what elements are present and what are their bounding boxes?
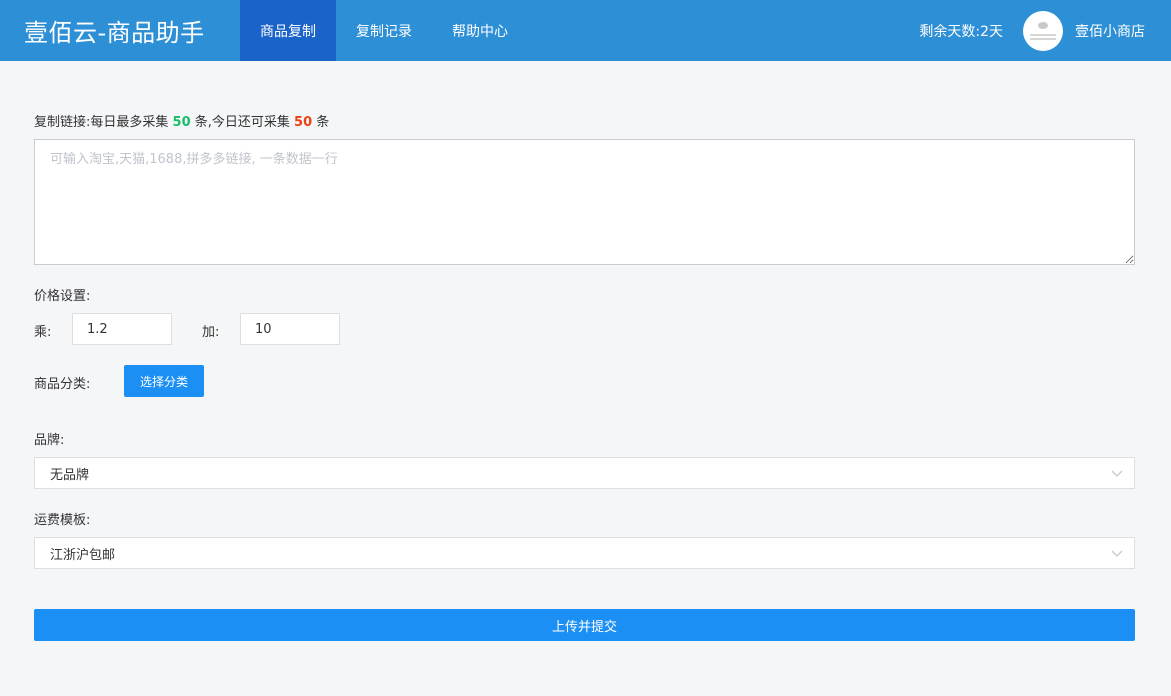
tab-product-copy[interactable]: 商品复制 <box>240 0 336 61</box>
tab-copy-records[interactable]: 复制记录 <box>336 0 432 61</box>
upload-submit-button[interactable]: 上传并提交 <box>34 609 1135 641</box>
avatar-text-line <box>1030 33 1056 36</box>
brand-selected-value: 无品牌 <box>50 467 90 483</box>
select-category-button[interactable]: 选择分类 <box>124 365 204 397</box>
avatar[interactable] <box>1023 10 1063 51</box>
brand-label: 品牌: <box>34 433 65 448</box>
links-textarea[interactable] <box>34 139 1135 265</box>
days-remaining: 剩余天数:2天 <box>919 23 1003 40</box>
category-label: 商品分类: <box>34 377 91 392</box>
copy-link-label-prefix: 复制链接:每日最多采集 <box>34 115 169 130</box>
copy-link-label-mid: 条,今日还可采集 <box>194 115 290 130</box>
multiply-label: 乘: <box>34 325 52 340</box>
shipping-template-label: 运费模板: <box>34 513 91 528</box>
chevron-down-icon <box>1111 470 1123 477</box>
avatar-logo-icon <box>1038 21 1048 29</box>
multiply-input[interactable] <box>72 313 172 345</box>
top-nav-bar: 壹佰云-商品助手 商品复制 复制记录 帮助中心 剩余天数:2天 壹佰小商店 <box>0 0 1171 61</box>
main-nav: 商品复制 复制记录 帮助中心 <box>240 0 528 61</box>
shop-name[interactable]: 壹佰小商店 <box>1075 21 1145 41</box>
daily-max-count: 50 <box>172 115 191 130</box>
shipping-template-select[interactable]: 江浙沪包邮 <box>34 537 1135 569</box>
avatar-text-line <box>1030 37 1056 40</box>
shipping-selected-value: 江浙沪包邮 <box>50 547 116 563</box>
copy-link-label-suffix: 条 <box>316 115 330 130</box>
brand-select[interactable]: 无品牌 <box>34 457 1135 489</box>
add-input[interactable] <box>240 313 340 345</box>
account-area: 剩余天数:2天 壹佰小商店 <box>919 0 1171 61</box>
copy-link-label: 复制链接:每日最多采集 50 条,今日还可采集 50 条 <box>34 111 329 130</box>
add-label: 加: <box>202 325 220 340</box>
remaining-count: 50 <box>294 115 313 130</box>
chevron-down-icon <box>1111 550 1123 557</box>
tab-help-center[interactable]: 帮助中心 <box>432 0 528 61</box>
app-title: 壹佰云-商品助手 <box>24 19 205 47</box>
price-settings-label: 价格设置: <box>34 289 91 304</box>
